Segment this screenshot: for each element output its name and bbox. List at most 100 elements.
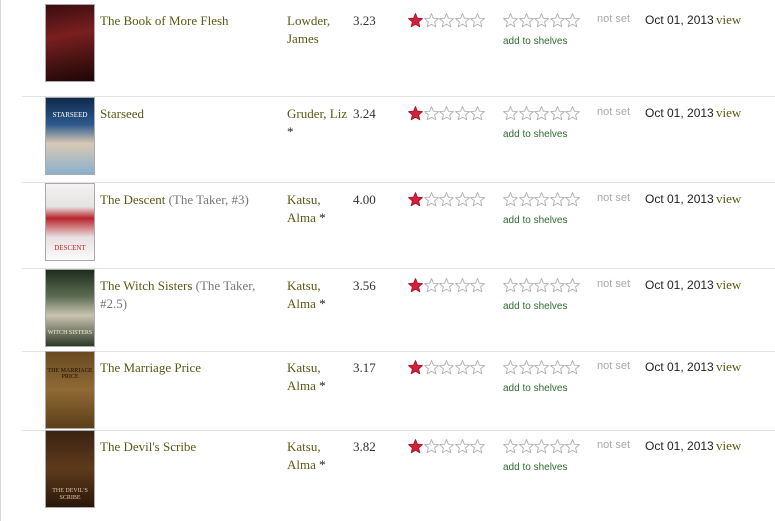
my-rating-stars[interactable]	[408, 13, 486, 28]
book-title-link[interactable]: The Witch Sisters	[100, 278, 192, 293]
view-link[interactable]: view	[716, 277, 741, 293]
star-filled-icon[interactable]	[408, 360, 423, 375]
star-empty-icon[interactable]	[439, 106, 454, 121]
star-empty-icon[interactable]	[454, 360, 470, 375]
star-empty-icon[interactable]	[470, 106, 485, 121]
star-empty-icon[interactable]	[518, 13, 534, 28]
star-empty-icon[interactable]	[565, 360, 580, 375]
my-rating-stars[interactable]	[408, 278, 486, 293]
view-link[interactable]: view	[716, 12, 741, 28]
book-cover[interactable]: THE DEVIL'S SCRIBE	[45, 430, 95, 508]
star-filled-icon[interactable]	[408, 106, 423, 121]
book-title-link[interactable]: Starseed	[100, 106, 144, 121]
star-empty-icon[interactable]	[470, 13, 485, 28]
book-title-link[interactable]: The Descent	[100, 192, 165, 207]
star-empty-icon[interactable]	[439, 278, 454, 293]
view-link[interactable]: view	[716, 105, 741, 121]
add-to-shelves-link[interactable]: add to shelves	[503, 215, 568, 226]
shelf-rating-stars[interactable]	[503, 106, 581, 121]
author-link[interactable]: Katsu, Alma	[287, 439, 321, 472]
star-empty-icon[interactable]	[549, 360, 565, 375]
book-title-link[interactable]: The Devil's Scribe	[100, 439, 196, 454]
author-link[interactable]: Katsu, Alma	[287, 278, 321, 311]
shelf-rating-stars[interactable]	[503, 192, 581, 207]
star-empty-icon[interactable]	[549, 106, 565, 121]
view-link[interactable]: view	[716, 359, 741, 375]
star-empty-icon[interactable]	[534, 278, 549, 293]
star-empty-icon[interactable]	[534, 13, 549, 28]
book-cover[interactable]: WITCH SISTERS	[45, 269, 95, 347]
book-title-link[interactable]: The Marriage Price	[100, 360, 201, 375]
shelf-rating-stars[interactable]	[503, 439, 581, 454]
author-link[interactable]: Katsu, Alma	[287, 360, 321, 393]
star-filled-icon[interactable]	[408, 192, 423, 207]
book-cover[interactable]	[45, 4, 95, 82]
star-empty-icon[interactable]	[565, 439, 580, 454]
star-empty-icon[interactable]	[470, 360, 485, 375]
star-empty-icon[interactable]	[549, 278, 565, 293]
star-empty-icon[interactable]	[503, 13, 518, 28]
star-empty-icon[interactable]	[534, 106, 549, 121]
star-empty-icon[interactable]	[503, 106, 518, 121]
star-empty-icon[interactable]	[423, 278, 439, 293]
my-rating-stars[interactable]	[408, 439, 486, 454]
star-empty-icon[interactable]	[565, 192, 580, 207]
star-filled-icon[interactable]	[408, 278, 423, 293]
star-empty-icon[interactable]	[454, 106, 470, 121]
date-read-not-set[interactable]: not set	[597, 439, 630, 451]
star-empty-icon[interactable]	[423, 13, 439, 28]
star-empty-icon[interactable]	[518, 106, 534, 121]
star-empty-icon[interactable]	[439, 360, 454, 375]
my-rating-stars[interactable]	[408, 360, 486, 375]
star-empty-icon[interactable]	[454, 13, 470, 28]
star-empty-icon[interactable]	[470, 192, 485, 207]
star-empty-icon[interactable]	[423, 192, 439, 207]
star-empty-icon[interactable]	[439, 13, 454, 28]
star-empty-icon[interactable]	[503, 192, 518, 207]
star-empty-icon[interactable]	[454, 439, 470, 454]
my-rating-stars[interactable]	[408, 106, 486, 121]
add-to-shelves-link[interactable]: add to shelves	[503, 129, 568, 140]
star-empty-icon[interactable]	[454, 278, 470, 293]
date-read-not-set[interactable]: not set	[597, 106, 630, 118]
star-empty-icon[interactable]	[470, 439, 485, 454]
book-title-link[interactable]: The Book of More Flesh	[100, 13, 229, 28]
add-to-shelves-link[interactable]: add to shelves	[503, 462, 568, 473]
star-empty-icon[interactable]	[549, 13, 565, 28]
book-cover[interactable]: DESCENT	[45, 183, 95, 261]
star-filled-icon[interactable]	[408, 13, 423, 28]
shelf-rating-stars[interactable]	[503, 13, 581, 28]
star-empty-icon[interactable]	[439, 192, 454, 207]
view-link[interactable]: view	[716, 191, 741, 207]
star-empty-icon[interactable]	[534, 192, 549, 207]
date-read-not-set[interactable]: not set	[597, 13, 630, 25]
add-to-shelves-link[interactable]: add to shelves	[503, 383, 568, 394]
star-empty-icon[interactable]	[518, 278, 534, 293]
date-read-not-set[interactable]: not set	[597, 360, 630, 372]
star-empty-icon[interactable]	[518, 360, 534, 375]
date-read-not-set[interactable]: not set	[597, 192, 630, 204]
star-empty-icon[interactable]	[534, 439, 549, 454]
shelf-rating-stars[interactable]	[503, 360, 581, 375]
book-cover[interactable]: THE MARRIAGE PRICE	[45, 351, 95, 429]
star-empty-icon[interactable]	[518, 439, 534, 454]
star-empty-icon[interactable]	[470, 278, 485, 293]
star-empty-icon[interactable]	[565, 278, 580, 293]
author-link[interactable]: Gruder, Liz	[287, 106, 347, 121]
add-to-shelves-link[interactable]: add to shelves	[503, 36, 568, 47]
my-rating-stars[interactable]	[408, 192, 486, 207]
star-empty-icon[interactable]	[549, 439, 565, 454]
shelf-rating-stars[interactable]	[503, 278, 581, 293]
star-empty-icon[interactable]	[549, 192, 565, 207]
view-link[interactable]: view	[716, 438, 741, 454]
star-empty-icon[interactable]	[423, 439, 439, 454]
star-empty-icon[interactable]	[439, 439, 454, 454]
star-empty-icon[interactable]	[565, 13, 580, 28]
book-cover[interactable]: STARSEED	[45, 97, 95, 175]
author-link[interactable]: Lowder, James	[287, 13, 330, 46]
star-empty-icon[interactable]	[503, 278, 518, 293]
star-empty-icon[interactable]	[503, 360, 518, 375]
star-empty-icon[interactable]	[454, 192, 470, 207]
star-empty-icon[interactable]	[503, 439, 518, 454]
add-to-shelves-link[interactable]: add to shelves	[503, 301, 568, 312]
